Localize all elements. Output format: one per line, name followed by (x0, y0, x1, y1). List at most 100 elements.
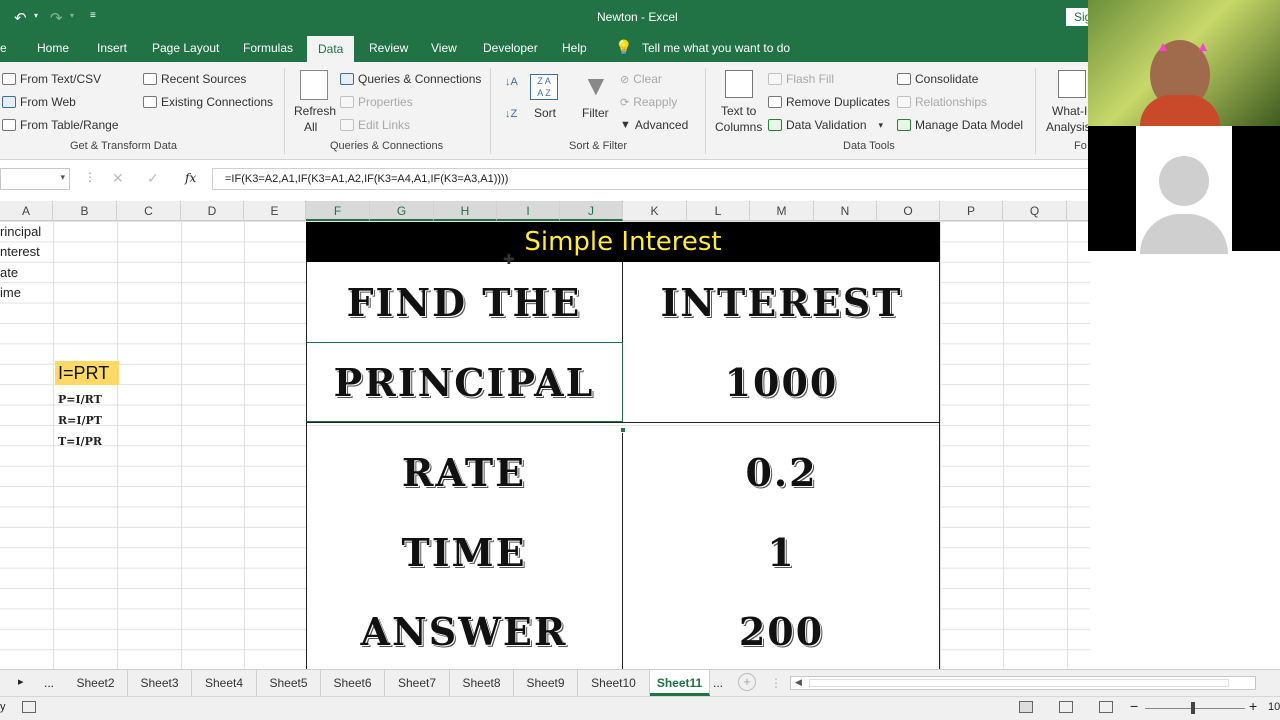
column-header[interactable]: I (497, 201, 560, 221)
column-header[interactable]: B (53, 201, 117, 221)
sheet-tab[interactable]: Sheet9 (514, 670, 578, 696)
edit-links-button[interactable]: Edit Links (340, 118, 410, 132)
sheet-tab[interactable]: Sheet10 (578, 670, 650, 696)
sheet-tab[interactable]: Sheet3 (128, 670, 192, 696)
name-box[interactable]: ▾ (0, 168, 70, 190)
macro-record-icon[interactable] (22, 701, 36, 713)
tab-developer[interactable]: Developer (483, 41, 538, 55)
enter-icon[interactable]: ✓ (147, 170, 159, 187)
cell-a3[interactable]: ate (0, 265, 18, 280)
page-layout-view-icon[interactable] (1059, 701, 1073, 713)
data-validation-button[interactable]: Data Validation ▾ (768, 118, 883, 132)
table-title-bar[interactable]: Simple Interest (306, 222, 940, 262)
filter-button[interactable]: Filter (582, 106, 609, 120)
insert-function-button[interactable]: fx (185, 171, 196, 185)
column-header[interactable]: Q (1003, 201, 1067, 221)
zoom-slider-thumb[interactable] (1191, 702, 1195, 714)
tab-page-layout[interactable]: Page Layout (152, 41, 219, 55)
sort-button[interactable]: Sort (534, 106, 556, 120)
formula-t[interactable]: T=I/PR (58, 435, 102, 448)
page-break-view-icon[interactable] (1099, 701, 1113, 713)
cancel-icon[interactable]: ✕ (112, 170, 124, 187)
queries-connections-button[interactable]: Queries & Connections (340, 72, 481, 86)
normal-view-icon[interactable] (1019, 701, 1033, 713)
formula-highlight-cell[interactable]: I=PRT (55, 361, 119, 385)
tab-file[interactable]: e (0, 41, 7, 55)
undo-dropdown-icon[interactable]: ▾ (34, 11, 38, 20)
new-sheet-button[interactable]: + (738, 673, 756, 691)
manage-data-model-button[interactable]: Manage Data Model (897, 118, 1023, 132)
horizontal-scrollbar[interactable]: ◀ (790, 676, 1256, 690)
column-header[interactable]: J (560, 201, 623, 221)
sheet-tab[interactable]: Sheet5 (257, 670, 321, 696)
column-header[interactable]: M (750, 201, 814, 221)
column-header[interactable]: K (623, 201, 687, 221)
scroll-sheets-icon[interactable]: ▸ (18, 675, 24, 688)
from-text-csv-button[interactable]: From Text/CSV (2, 72, 101, 86)
consolidate-button[interactable]: Consolidate (897, 72, 978, 86)
formula-r[interactable]: R=I/PT (58, 414, 102, 427)
table-row[interactable]: TIME 1 (306, 512, 940, 593)
formula-p[interactable]: P=I/RT (58, 393, 102, 406)
column-header[interactable]: O (877, 201, 940, 221)
text-to-columns-button[interactable]: Text to (721, 104, 756, 118)
more-sheets-left[interactable]: ... (44, 676, 54, 690)
sort-za-icon[interactable]: ↓Z (505, 108, 517, 120)
column-header[interactable]: P (940, 201, 1003, 221)
table-row[interactable]: ANSWER 200 (306, 592, 940, 670)
sheet-tab[interactable]: Sheet7 (385, 670, 450, 696)
from-web-button[interactable]: From Web (2, 95, 76, 109)
flash-fill-button[interactable]: Flash Fill (768, 72, 834, 86)
column-header[interactable]: F (306, 201, 370, 221)
zoom-level[interactable]: 10 (1268, 701, 1280, 713)
tab-review[interactable]: Review (369, 41, 408, 55)
tab-view[interactable]: View (431, 41, 457, 55)
table-row[interactable]: PRINCIPAL 1000 (306, 342, 940, 423)
tab-insert[interactable]: Insert (97, 41, 127, 55)
sheet-tab[interactable]: Sheet4 (192, 670, 257, 696)
column-header[interactable]: N (814, 201, 877, 221)
tell-me-search[interactable]: Tell me what you want to do (642, 41, 790, 55)
column-header[interactable]: L (687, 201, 750, 221)
sheet-tab[interactable]: Sheet2 (64, 670, 128, 696)
zoom-slider[interactable] (1145, 708, 1245, 709)
clear-filter-button[interactable]: ⊘ Clear (620, 72, 662, 86)
sheet-tab[interactable]: Sheet6 (321, 670, 385, 696)
data-validation-dropdown-icon[interactable]: ▾ (879, 120, 884, 131)
column-header[interactable]: D (181, 201, 244, 221)
cell-a4[interactable]: ime (0, 285, 21, 300)
column-header[interactable]: C (117, 201, 181, 221)
refresh-all-button[interactable]: Refresh (294, 104, 336, 118)
tab-data[interactable]: Data (307, 36, 355, 62)
sheet-tab[interactable]: Sheet8 (450, 670, 514, 696)
from-table-range-button[interactable]: From Table/Range (2, 118, 119, 132)
column-header[interactable]: A (0, 201, 53, 221)
customize-toolbar-icon[interactable]: ≡ (90, 10, 96, 21)
table-row[interactable]: FIND THE INTEREST (306, 262, 940, 343)
scrollbar-thumb[interactable] (809, 679, 1229, 687)
column-header[interactable]: G (370, 201, 434, 221)
more-sheets-right[interactable]: ... (713, 676, 723, 690)
redo-icon[interactable]: ↷ (50, 9, 63, 27)
column-header[interactable]: E (244, 201, 306, 221)
column-header[interactable]: H (434, 201, 497, 221)
tab-formulas[interactable]: Formulas (243, 41, 293, 55)
fill-handle[interactable] (620, 427, 626, 433)
undo-icon[interactable]: ↶ (14, 9, 27, 27)
cell-a2[interactable]: nterest (0, 244, 40, 259)
advanced-filter-button[interactable]: ▼ Advanced (620, 118, 688, 132)
existing-connections-button[interactable]: Existing Connections (143, 95, 273, 109)
reapply-button[interactable]: ⟳ Reapply (620, 95, 677, 109)
properties-button[interactable]: Properties (340, 95, 413, 109)
sheet-tab-active[interactable]: Sheet11 (650, 670, 710, 696)
recent-sources-button[interactable]: Recent Sources (143, 72, 246, 86)
scroll-left-icon[interactable]: ◀ (795, 677, 802, 688)
table-row[interactable]: RATE 0.2 (306, 432, 940, 513)
cell-a1[interactable]: rincipal (0, 224, 41, 239)
tab-help[interactable]: Help (562, 41, 587, 55)
tab-splitter-icon[interactable]: ⋮ (770, 676, 782, 690)
redo-dropdown-icon[interactable]: ▾ (70, 11, 74, 20)
formula-input[interactable]: =IF(K3=A2,A1,IF(K3=A1,A2,IF(K3=A4,A1,IF(… (212, 168, 1090, 190)
remove-duplicates-button[interactable]: Remove Duplicates (768, 95, 890, 109)
zoom-out-icon[interactable]: − (1130, 698, 1138, 714)
